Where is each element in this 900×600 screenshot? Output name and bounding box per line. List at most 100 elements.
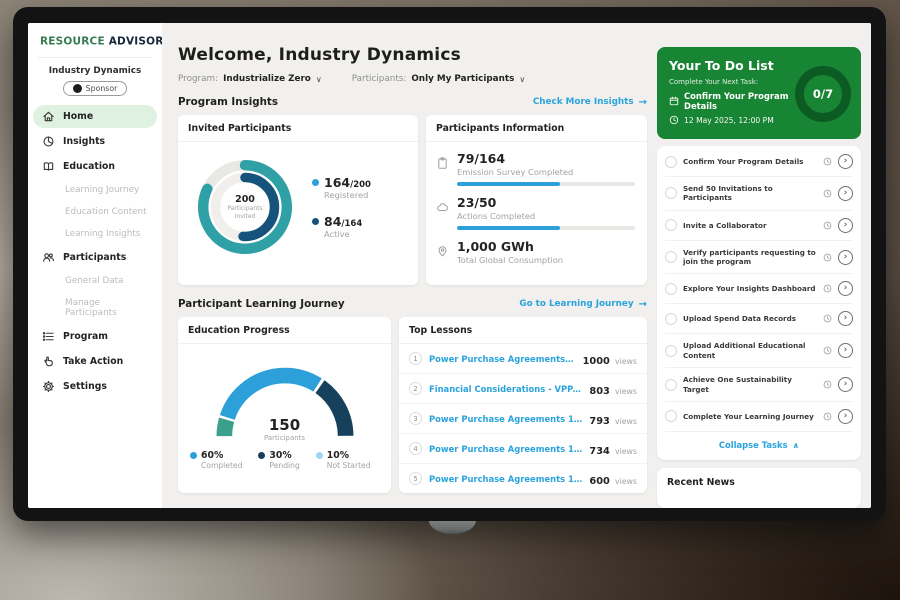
program-filter-dropdown[interactable]: Program: Industrialize Zero: [178, 74, 322, 84]
gauge-legend: 60% Completed 30% Pending 10% Not Starte…: [188, 444, 381, 474]
program-insights-title: Program Insights: [178, 96, 278, 108]
task-row: Send 50 Invitations to Participants ›: [665, 177, 853, 211]
collapse-tasks-link[interactable]: Collapse Tasks: [665, 432, 853, 459]
clock-icon: [823, 314, 832, 323]
sidebar-item-insights[interactable]: Insights: [33, 130, 157, 153]
divider: [38, 57, 152, 58]
arrow-right-icon: [639, 97, 647, 108]
not-started-dot: [316, 452, 323, 459]
task-go-button[interactable]: ›: [838, 186, 853, 201]
lesson-link[interactable]: Power Purchase Agreements 101: [429, 354, 576, 364]
top-lessons-card: Top Lessons 1 Power Purchase Agreements …: [399, 317, 647, 493]
lesson-link[interactable]: Financial Considerations - VPPAs: [429, 384, 582, 394]
task-checkbox[interactable]: [665, 345, 677, 357]
invited-total-label: Participants Invited: [220, 205, 270, 220]
task-checkbox[interactable]: [665, 379, 677, 391]
sidebar-item-learning-insights[interactable]: Learning Insights: [33, 224, 157, 244]
actions-completed-stat: 23/50 Actions Completed: [436, 195, 635, 230]
sponsor-icon: [73, 84, 82, 93]
actions-completed-progress-bar: [457, 226, 635, 230]
task-checkbox[interactable]: [665, 313, 677, 325]
task-row: Explore Your Insights Dashboard ›: [665, 274, 853, 304]
task-row: Invite a Collaborator ›: [665, 211, 853, 241]
clock-icon: [669, 115, 679, 125]
chevron-down-icon: [316, 75, 322, 84]
todo-progress-ring: 0/7: [795, 66, 851, 122]
lesson-rank: 1: [409, 352, 422, 365]
emission-survey-stat: 79/164 Emission Survey Completed: [436, 151, 635, 186]
task-checkbox[interactable]: [665, 156, 677, 168]
clock-icon: [823, 157, 832, 166]
filters-row: Program: Industrialize Zero Participants…: [178, 74, 647, 84]
task-go-button[interactable]: ›: [838, 409, 853, 424]
registered-dot: [312, 179, 319, 186]
task-go-button[interactable]: ›: [838, 154, 853, 169]
task-row: Upload Spend Data Records ›: [665, 304, 853, 334]
sidebar-item-general-data[interactable]: General Data: [33, 271, 157, 291]
pin-icon: [436, 244, 449, 258]
todo-subtitle: Complete Your Next Task:: [669, 78, 789, 86]
total-consumption-stat: 1,000 GWh Total Global Consumption: [436, 239, 635, 270]
task-checkbox[interactable]: [665, 219, 677, 231]
sidebar-item-manage-participants[interactable]: Manage Participants: [33, 293, 157, 323]
arrow-right-icon: [639, 299, 647, 310]
card-title: Top Lessons: [399, 317, 647, 344]
sidebar-item-participants[interactable]: Participants: [33, 246, 157, 269]
card-title: Invited Participants: [178, 115, 418, 142]
app-logo: RESOURCE ADVISOR+: [28, 34, 162, 48]
go-to-learning-journey-link[interactable]: Go to Learning Journey: [519, 299, 647, 310]
clock-icon: [823, 189, 832, 198]
recent-news-card: Recent News: [657, 468, 861, 508]
registered-legend-item: 164/200 Registered: [312, 175, 371, 200]
sidebar-item-settings[interactable]: Settings: [33, 375, 157, 398]
task-checkbox[interactable]: [665, 283, 677, 295]
task-go-button[interactable]: ›: [838, 218, 853, 233]
sidebar-item-education[interactable]: Education: [33, 155, 157, 178]
task-go-button[interactable]: ›: [838, 250, 853, 265]
task-go-button[interactable]: ›: [838, 281, 853, 296]
sidebar-item-learning-journey[interactable]: Learning Journey: [33, 180, 157, 200]
participants-filter-dropdown[interactable]: Participants: Only My Participants: [352, 74, 525, 84]
task-row: Verify participants requesting to join t…: [665, 241, 853, 275]
education-progress-gauge-chart: 150 Participants: [205, 354, 365, 444]
task-go-button[interactable]: ›: [838, 343, 853, 358]
clock-icon: [823, 380, 832, 389]
task-checkbox[interactable]: [665, 410, 677, 422]
todo-summary-card: Your To Do List Complete Your Next Task:…: [657, 47, 861, 139]
lesson-row: 3 Power Purchase Agreements 101 793 view…: [399, 404, 647, 434]
sidebar-item-take-action[interactable]: Take Action: [33, 350, 157, 373]
sidebar: RESOURCE ADVISOR+ Industry Dynamics Spon…: [28, 23, 162, 508]
clock-icon: [823, 412, 832, 421]
invited-total: 200: [235, 194, 255, 205]
task-row: Complete Your Learning Journey ›: [665, 402, 853, 432]
list-icon: [42, 330, 55, 343]
lesson-link[interactable]: Power Purchase Agreements 103: [429, 474, 582, 484]
task-checkbox[interactable]: [665, 187, 677, 199]
sidebar-item-program[interactable]: Program: [33, 325, 157, 348]
pending-dot: [258, 452, 265, 459]
task-row: Upload Additional Educational Content ›: [665, 334, 853, 368]
clock-icon: [823, 253, 832, 262]
sponsor-badge[interactable]: Sponsor: [63, 81, 128, 96]
education-progress-card: Education Progress 150 Parti: [178, 317, 391, 493]
clock-icon: [823, 284, 832, 293]
lesson-link[interactable]: Power Purchase Agreements 102: [429, 444, 582, 454]
sidebar-item-education-content[interactable]: Education Content: [33, 202, 157, 222]
check-more-insights-link[interactable]: Check More Insights: [533, 97, 647, 108]
not-started-legend-item: 10% Not Started: [316, 450, 371, 470]
gear-icon: [42, 380, 55, 393]
lesson-rank: 4: [409, 442, 422, 455]
lesson-link[interactable]: Power Purchase Agreements 101: [429, 414, 582, 424]
sidebar-item-home[interactable]: Home: [33, 105, 157, 128]
task-checkbox[interactable]: [665, 251, 677, 263]
dashboard-screen: RESOURCE ADVISOR+ Industry Dynamics Spon…: [28, 23, 871, 508]
calendar-icon: [669, 96, 679, 106]
monitor-bezel: RESOURCE ADVISOR+ Industry Dynamics Spon…: [13, 7, 886, 521]
pending-legend-item: 30% Pending: [258, 450, 299, 470]
task-go-button[interactable]: ›: [838, 377, 853, 392]
todo-panel: Your To Do List Complete Your Next Task:…: [655, 23, 871, 508]
todo-next-task: Confirm Your Program Details: [684, 91, 789, 111]
task-go-button[interactable]: ›: [838, 311, 853, 326]
completed-legend-item: 60% Completed: [190, 450, 242, 470]
page-title: Welcome, Industry Dynamics: [178, 45, 647, 65]
